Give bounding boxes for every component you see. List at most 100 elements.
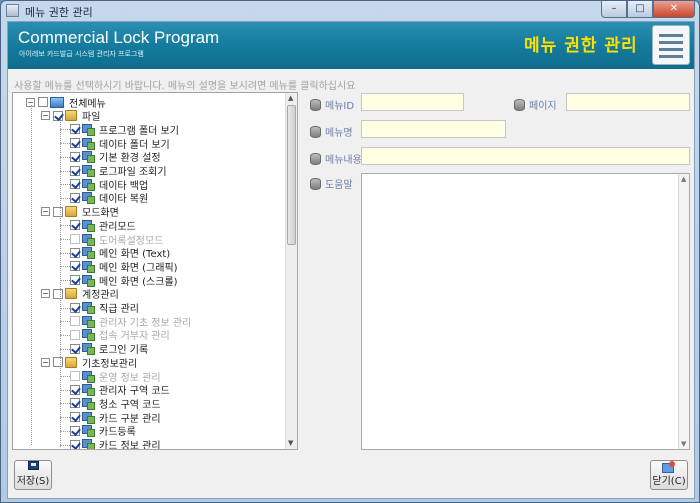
minimize-button[interactable]: – <box>601 1 627 18</box>
item-checkbox[interactable] <box>70 398 80 409</box>
tree-item[interactable]: 메인 화면 (스크롤) <box>70 273 178 288</box>
scroll-up-icon[interactable]: ▲ <box>681 175 686 183</box>
save-button-label: 저장(S) <box>16 476 50 487</box>
menu-name-input[interactable] <box>361 120 506 138</box>
item-checkbox[interactable] <box>70 220 80 231</box>
menu-item-icon <box>82 260 95 273</box>
tree-item[interactable]: 메인 화면 (Text) <box>70 246 170 260</box>
tree-item[interactable]: 메인 화면 (그래픽) <box>70 259 178 274</box>
item-checkbox[interactable] <box>70 165 80 176</box>
tree-item[interactable]: 도어록설정모드 <box>70 232 163 247</box>
item-checkbox[interactable] <box>70 371 80 381</box>
item-checkbox[interactable] <box>70 179 80 190</box>
tree-category[interactable]: − 모드화면 <box>41 205 119 219</box>
tree-connector <box>60 170 70 172</box>
item-checkbox[interactable] <box>70 247 80 258</box>
tree-category[interactable]: − 기초정보관리 <box>41 355 137 370</box>
header-banner: Commercial Lock Program 아이레보 카드발급 시스템 관리… <box>8 22 694 69</box>
tree-category[interactable]: − 파일 <box>41 109 100 123</box>
save-button[interactable]: 저장(S) <box>14 460 52 490</box>
item-checkbox[interactable] <box>70 275 80 286</box>
item-checkbox[interactable] <box>70 151 80 162</box>
item-checkbox[interactable] <box>70 192 80 203</box>
tree-item[interactable]: 로그인 기록 <box>70 342 148 356</box>
menu-id-input[interactable] <box>361 93 464 111</box>
tree-item[interactable]: 카드 구분 관리 <box>70 410 161 425</box>
instruction-text: 사용할 메뉴를 선택하시기 바랍니다. 메뉴의 설명을 보시려면 메뉴를 클릭하… <box>14 81 356 92</box>
folder-icon <box>65 206 77 218</box>
tree-item[interactable]: 데이타 복원 <box>70 191 148 205</box>
item-checkbox[interactable] <box>70 439 80 449</box>
tree-item[interactable]: 카드등록 <box>70 424 136 438</box>
menu-content-label-text: 메뉴내용 <box>325 155 362 166</box>
tree-root[interactable]: − 전체메뉴 <box>26 95 106 110</box>
collapse-icon[interactable]: − <box>41 207 50 217</box>
menu-item-icon <box>82 233 95 246</box>
menu-content-label: 메뉴내용 <box>310 151 362 166</box>
close-window-button[interactable]: ✕ <box>653 1 695 18</box>
item-checkbox[interactable] <box>70 343 80 354</box>
app-icon[interactable] <box>6 4 19 17</box>
item-checkbox[interactable] <box>70 261 80 272</box>
collapse-icon[interactable]: − <box>41 289 50 299</box>
item-checkbox[interactable] <box>70 124 80 135</box>
tree-item[interactable]: 운영 정보 관리 <box>70 369 161 384</box>
scroll-down-icon[interactable]: ▼ <box>681 440 686 448</box>
tree-item[interactable]: 관리모드 <box>70 218 136 233</box>
document-list-icon <box>652 25 690 65</box>
app-window: 메뉴 권한 관리 – □ ✕ Commercial Lock Program 아… <box>0 0 700 503</box>
collapse-icon[interactable]: − <box>41 111 50 121</box>
tree-item[interactable]: 청소 구역 코드 <box>70 396 161 411</box>
menu-item-icon <box>82 178 95 191</box>
tree-item[interactable]: 관리자 구역 코드 <box>70 383 170 397</box>
tree-item[interactable]: 카드 정보 관리 <box>70 438 161 450</box>
maximize-button[interactable]: □ <box>627 1 653 18</box>
category-checkbox[interactable] <box>53 110 63 121</box>
item-checkbox[interactable] <box>70 384 80 395</box>
tree-item[interactable]: 데이타 백업 <box>70 177 148 192</box>
menu-item-icon <box>82 219 95 232</box>
tree-item[interactable]: 관리자 기초 정보 관리 <box>70 314 191 329</box>
item-checkbox[interactable] <box>70 329 80 340</box>
tree-item[interactable]: 접속 거부자 관리 <box>70 328 170 342</box>
scroll-thumb[interactable] <box>287 105 296 245</box>
close-button[interactable]: 닫기(C) <box>650 460 688 490</box>
tree-item[interactable]: 기본 환경 설정 <box>70 150 161 164</box>
tree-connector <box>60 143 70 145</box>
tree-item[interactable]: 직급 관리 <box>70 301 139 315</box>
tree-item[interactable]: 프로그램 폴더 보기 <box>70 122 179 137</box>
item-checkbox[interactable] <box>70 234 80 244</box>
menu-item-icon <box>82 247 95 260</box>
tree-root-checkbox[interactable] <box>38 97 48 107</box>
help-label: 도움말 <box>310 176 353 191</box>
computer-icon <box>50 96 64 108</box>
page-label: 페이지 <box>514 97 557 112</box>
scroll-down-icon[interactable]: ▼ <box>288 439 293 447</box>
menu-item-icon <box>82 165 95 177</box>
tree-scrollbar[interactable]: ▲ ▼ <box>285 93 297 449</box>
item-checkbox[interactable] <box>70 302 80 313</box>
tree-item[interactable]: 데이타 폴더 보기 <box>70 136 170 151</box>
page-input[interactable] <box>566 93 690 111</box>
scroll-up-icon[interactable]: ▲ <box>288 94 293 102</box>
category-checkbox[interactable] <box>53 357 63 368</box>
menu-content-input[interactable] <box>361 147 690 165</box>
tree-item[interactable]: 로그파일 조회기 <box>70 164 167 178</box>
item-checkbox[interactable] <box>70 138 80 149</box>
item-label: 카드 정보 관리 <box>99 441 161 450</box>
item-checkbox[interactable] <box>70 425 80 436</box>
item-checkbox[interactable] <box>70 316 80 327</box>
tree-connector <box>60 280 70 282</box>
menu-item-icon <box>82 274 95 287</box>
menu-tree[interactable]: ▲ ▼ − 전체메뉴 − 파일 프로그램 폴더 보기 데이타 폴더 보기 기본 환경 설… <box>12 92 298 450</box>
item-checkbox[interactable] <box>70 412 80 423</box>
menu-id-label: 메뉴ID <box>310 97 354 112</box>
help-textarea[interactable]: ▲ ▼ <box>361 173 690 450</box>
help-scrollbar[interactable]: ▲ ▼ <box>678 174 689 449</box>
menu-name-label-text: 메뉴명 <box>325 128 353 139</box>
tree-connector <box>60 417 70 419</box>
collapse-icon[interactable]: − <box>41 357 50 367</box>
category-checkbox[interactable] <box>53 288 63 299</box>
category-checkbox[interactable] <box>53 206 63 217</box>
tree-category[interactable]: − 계정관리 <box>41 287 119 301</box>
